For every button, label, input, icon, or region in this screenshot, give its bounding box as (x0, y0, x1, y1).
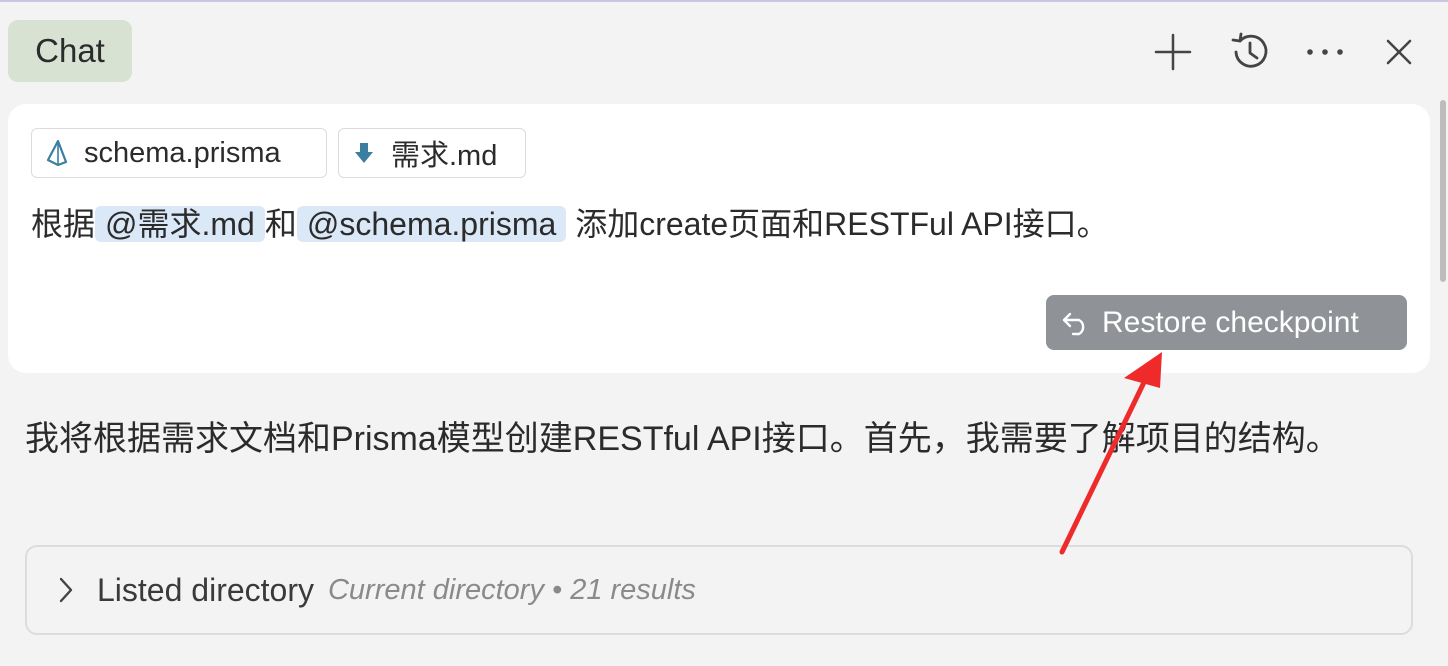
restore-checkpoint-label: Restore checkpoint (1102, 305, 1359, 339)
more-icon[interactable] (1301, 28, 1349, 76)
attachment-chip-requirements[interactable]: 需求.md (338, 128, 526, 178)
restore-checkpoint-button[interactable]: Restore checkpoint (1046, 295, 1407, 350)
message-text-suffix: 添加create页面和RESTFul API接口。 (566, 206, 1109, 242)
tool-result-title: Listed directory (97, 571, 314, 608)
attachment-label: 需求.md (391, 140, 498, 172)
mention-schema[interactable]: @schema.prisma (296, 206, 567, 242)
user-message-card: schema.prisma 需求.md 根据 @需求.md 和 @schema.pri… (8, 104, 1430, 373)
undo-icon (1060, 307, 1092, 339)
message-text-middle: 和 (264, 206, 297, 242)
attachment-chip-schema[interactable]: schema.prisma (31, 128, 327, 178)
user-message-text: 根据 @需求.md 和 @schema.prisma 添加create页面和RESTF… (31, 202, 1109, 246)
attachment-label: schema.prisma (84, 136, 281, 169)
assistant-message-text: 我将根据需求文档和Prisma模型创建RESTful API接口。首先，我需要了… (25, 420, 1340, 458)
mention-requirements[interactable]: @需求.md (95, 206, 265, 242)
tab-chat[interactable]: Chat (8, 20, 132, 82)
chat-header: Chat (0, 0, 1448, 100)
scrollbar[interactable] (1440, 100, 1446, 282)
markdown-icon (351, 139, 377, 167)
plus-icon[interactable] (1149, 28, 1197, 76)
close-icon[interactable] (1375, 28, 1423, 76)
tool-result-meta: Current directory • 21 results (327, 573, 696, 606)
tool-result-listed-directory[interactable]: Listed directory Current directory • 21 … (25, 545, 1413, 635)
message-text-prefix: 根据 (31, 206, 96, 242)
history-icon[interactable] (1226, 28, 1274, 76)
chevron-right-icon (51, 575, 81, 605)
prisma-icon (44, 139, 70, 167)
